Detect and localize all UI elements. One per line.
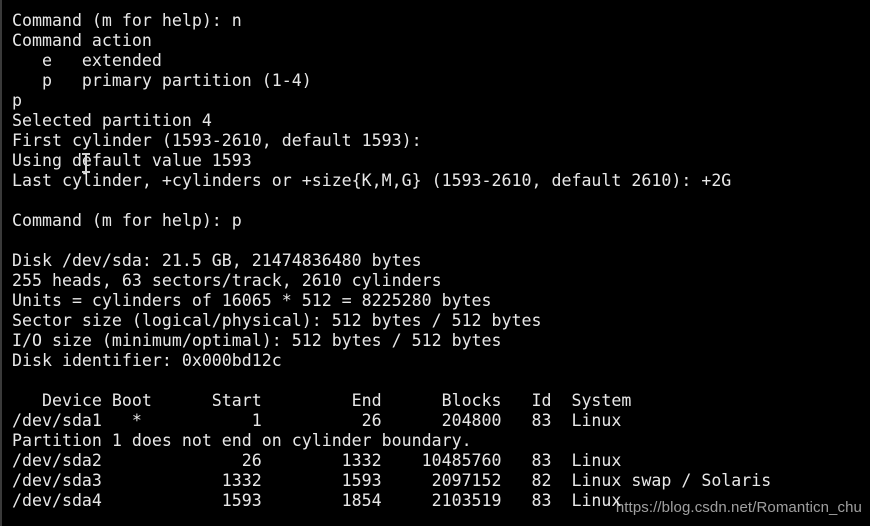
- partition-table-row: /dev/sda2 26 1332 10485760 83 Linux: [12, 451, 622, 470]
- terminal-line: First cylinder (1593-2610, default 1593)…: [12, 131, 422, 150]
- terminal-line: Sector size (logical/physical): 512 byte…: [12, 311, 542, 330]
- text-cursor-icon: [81, 152, 91, 174]
- terminal-line: Partition 1 does not end on cylinder bou…: [12, 431, 472, 450]
- partition-table-header: Device Boot Start End Blocks Id System: [12, 391, 632, 410]
- terminal-line: Last cylinder, +cylinders or +size{K,M,G…: [12, 171, 732, 190]
- partition-table-row: /dev/sda3 1332 1593 2097152 82 Linux swa…: [12, 471, 772, 490]
- terminal-line: Disk /dev/sda: 21.5 GB, 21474836480 byte…: [12, 251, 422, 270]
- terminal-line: Command (m for help): n: [12, 11, 242, 30]
- watermark: https://blog.csdn.net/Romanticn_chu: [615, 499, 862, 516]
- terminal-line: 255 heads, 63 sectors/track, 2610 cylind…: [12, 271, 442, 290]
- terminal-line: Selected partition 4: [12, 111, 212, 130]
- partition-table-row: /dev/sda1 * 1 26 204800 83 Linux: [12, 411, 622, 430]
- terminal-line: Command (m for help): p: [12, 211, 242, 230]
- terminal-line: Disk identifier: 0x000bd12c: [12, 351, 282, 370]
- terminal-line: Command action: [12, 31, 152, 50]
- terminal-line: p: [12, 91, 22, 110]
- terminal-line: p primary partition (1-4): [12, 71, 312, 90]
- terminal-window[interactable]: Command (m for help): n Command action e …: [0, 0, 870, 526]
- terminal-line: e extended: [12, 51, 162, 70]
- terminal-line: I/O size (minimum/optimal): 512 bytes / …: [12, 331, 502, 350]
- terminal-output[interactable]: Command (m for help): n Command action e …: [12, 11, 771, 511]
- terminal-line: Units = cylinders of 16065 * 512 = 82252…: [12, 291, 492, 310]
- terminal-line: Using default value 1593: [12, 151, 252, 170]
